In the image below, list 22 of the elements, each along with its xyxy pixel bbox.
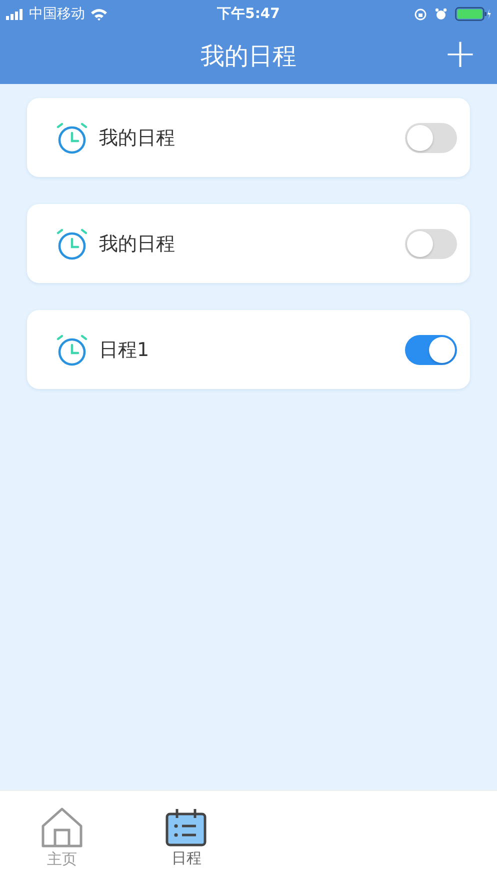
schedule-name: 我的日程 — [99, 126, 176, 150]
battery-icon — [454, 7, 491, 21]
wifi-icon — [90, 8, 108, 20]
rotation-lock-icon — [414, 8, 427, 20]
toggle-switch[interactable] — [405, 334, 457, 364]
page-title: 我的日程 — [200, 41, 296, 72]
tab-item[interactable]: 日程 — [124, 791, 248, 883]
alarm-clock-icon — [55, 226, 89, 260]
carrier-name: 中国移动 — [29, 5, 85, 23]
schedule-name: 日程1 — [99, 338, 150, 362]
home-icon — [40, 806, 84, 848]
status-time: 下午5:47 — [217, 5, 280, 23]
alarm-icon — [434, 8, 447, 20]
signal-icon — [6, 8, 24, 20]
add-button[interactable]: + — [437, 32, 483, 76]
tab-item[interactable]: 主页 — [0, 791, 124, 883]
toggle-switch[interactable] — [405, 122, 457, 152]
toggle-switch[interactable] — [405, 228, 457, 258]
alarm-clock-icon — [55, 332, 89, 366]
alarm-clock-icon — [55, 120, 89, 154]
calendar-icon — [165, 806, 208, 846]
schedule-name: 我的日程 — [99, 232, 176, 256]
